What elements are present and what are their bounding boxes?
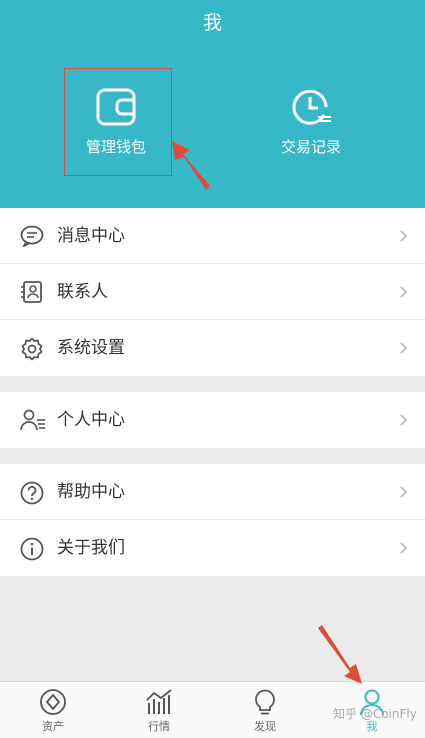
chevron-right-icon bbox=[400, 486, 408, 498]
watermark: 知乎 @CoinFly bbox=[333, 707, 417, 721]
menu-group-2: 个人中心 bbox=[0, 392, 425, 448]
annotation-arrow-me bbox=[318, 625, 362, 684]
chevron-right-icon bbox=[400, 542, 408, 554]
menu-item-about[interactable]: 关于我们 bbox=[0, 520, 425, 576]
menu-item-label: 系统设置 bbox=[57, 338, 125, 358]
menu-group-1: 消息中心 联系人 系统设置 bbox=[0, 208, 425, 376]
user-list-icon bbox=[20, 409, 45, 431]
tab-market[interactable]: 行情 bbox=[106, 682, 212, 738]
tab-discover[interactable]: 发现 bbox=[212, 682, 318, 738]
menu-item-messages[interactable]: 消息中心 bbox=[0, 208, 425, 264]
transaction-records-label: 交易记录 bbox=[280, 138, 341, 156]
menu-item-label: 帮助中心 bbox=[57, 482, 125, 502]
tab-assets[interactable]: 资产 bbox=[0, 682, 106, 738]
profile-header: 我 管理钱包 交易记录 bbox=[0, 0, 425, 208]
contacts-icon bbox=[21, 281, 42, 303]
message-icon bbox=[20, 225, 44, 247]
diamond-icon bbox=[40, 689, 66, 715]
chevron-right-icon bbox=[400, 414, 408, 426]
help-icon bbox=[20, 481, 44, 505]
menu-group-3: 帮助中心 关于我们 bbox=[0, 464, 425, 576]
menu-item-personal-center[interactable]: 个人中心 bbox=[0, 392, 425, 448]
menu-item-label: 消息中心 bbox=[57, 226, 125, 246]
menu-item-label: 联系人 bbox=[57, 282, 108, 302]
chart-icon bbox=[146, 689, 172, 714]
page-title: 我 bbox=[202, 12, 222, 34]
menu-item-contacts[interactable]: 联系人 bbox=[0, 264, 425, 320]
chevron-right-icon bbox=[400, 342, 408, 354]
transaction-records-button[interactable]: 交易记录 bbox=[251, 88, 371, 157]
tab-label: 发现 bbox=[254, 720, 276, 733]
menu-item-label: 个人中心 bbox=[57, 410, 125, 430]
tab-label: 行情 bbox=[148, 720, 170, 733]
tab-label: 资产 bbox=[42, 720, 64, 733]
gear-icon bbox=[21, 337, 43, 361]
clock-icon bbox=[292, 89, 331, 125]
bulb-icon bbox=[255, 689, 275, 715]
menu-item-help[interactable]: 帮助中心 bbox=[0, 464, 425, 520]
annotation-highlight-box bbox=[64, 68, 172, 176]
menu-item-label: 关于我们 bbox=[57, 538, 125, 558]
info-icon bbox=[20, 537, 44, 561]
chevron-right-icon bbox=[400, 230, 408, 242]
chevron-right-icon bbox=[400, 286, 408, 298]
menu-item-settings[interactable]: 系统设置 bbox=[0, 320, 425, 376]
